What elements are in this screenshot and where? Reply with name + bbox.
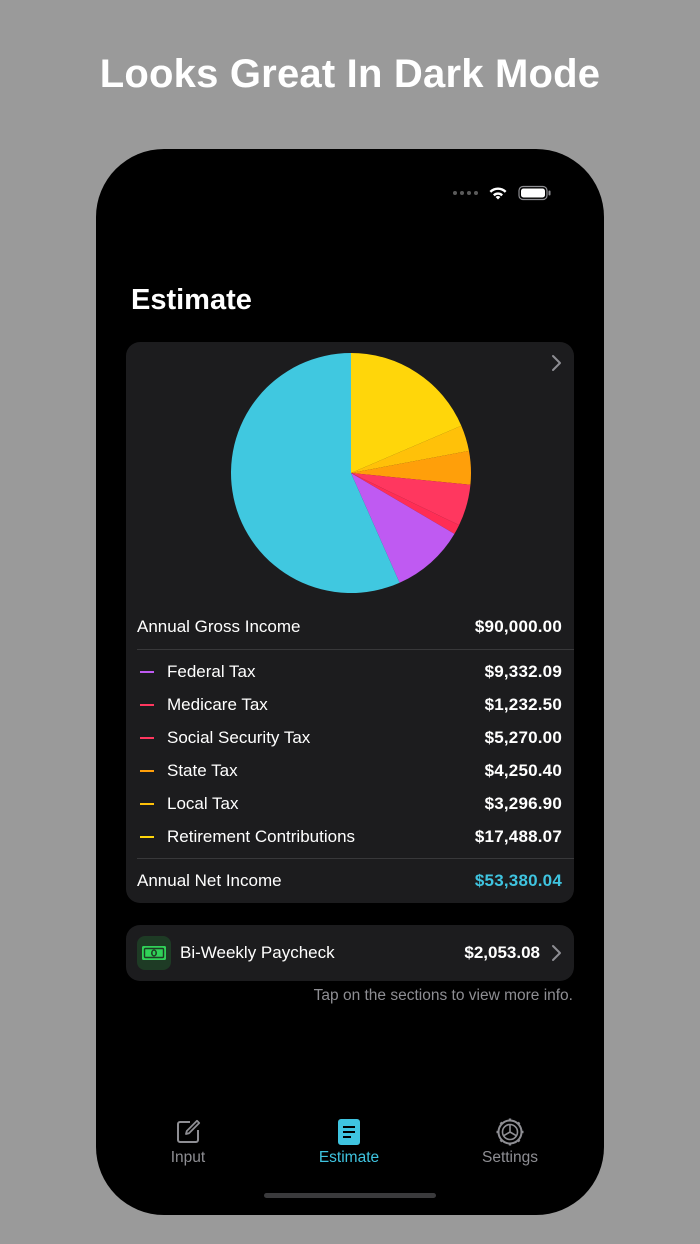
net-income-row: Annual Net Income $53,380.04: [137, 864, 562, 897]
color-dash: [140, 670, 154, 673]
paycheck-value: $2,053.08: [464, 943, 540, 962]
list-item: State Tax $4,250.40: [137, 754, 562, 787]
gross-income-value: $90,000.00: [474, 616, 562, 636]
net-income-label: Annual Net Income: [137, 870, 282, 890]
tab-input[interactable]: Input: [128, 1117, 248, 1167]
item-value: $4,250.40: [484, 760, 562, 780]
document-icon: [289, 1117, 409, 1147]
item-label: Federal Tax: [167, 661, 256, 681]
phone-frame: Estimate Annual Gross Income $90,000.00 …: [96, 149, 604, 1215]
wifi-icon: [489, 187, 507, 200]
chevron-right-icon[interactable]: [550, 354, 562, 372]
screen-title: Estimate: [131, 284, 252, 316]
chevron-right-icon: [552, 945, 561, 961]
gear-icon: [450, 1117, 570, 1147]
estimate-card[interactable]: Annual Gross Income $90,000.00 Federal T…: [126, 342, 574, 903]
list-item: Local Tax $3,296.90: [137, 787, 562, 820]
item-value: $3,296.90: [484, 793, 562, 813]
paycheck-label: Bi-Weekly Paycheck: [180, 943, 335, 962]
item-label: State Tax: [167, 760, 238, 780]
item-value: $5,270.00: [484, 727, 562, 747]
list-item: Federal Tax $9,332.09: [137, 655, 562, 688]
item-value: $1,232.50: [484, 694, 562, 714]
net-income-value: $53,380.04: [474, 870, 562, 890]
tab-label: Estimate: [318, 1149, 380, 1166]
edit-icon: [128, 1117, 248, 1147]
paycheck-row[interactable]: Bi-Weekly Paycheck $2,053.08: [126, 925, 574, 981]
item-value: $9,332.09: [484, 661, 562, 681]
home-indicator: [264, 1193, 436, 1198]
divider: [137, 649, 574, 650]
list-item: Retirement Contributions $17,488.07: [137, 820, 562, 853]
item-label: Social Security Tax: [167, 727, 311, 747]
headline: Looks Great In Dark Mode: [99, 52, 601, 96]
item-label: Medicare Tax: [167, 694, 268, 714]
item-label: Local Tax: [167, 793, 239, 813]
item-label: Retirement Contributions: [167, 826, 356, 846]
money-icon: [137, 936, 171, 970]
battery-icon: [518, 185, 551, 201]
divider: [137, 858, 574, 859]
status-bar: [453, 185, 552, 201]
tab-label: Input: [170, 1149, 206, 1166]
color-dash: [140, 802, 154, 805]
tab-estimate[interactable]: Estimate: [289, 1117, 409, 1167]
color-dash: [140, 769, 154, 772]
color-dash: [140, 835, 154, 838]
hint-text: Tap on the sections to view more info.: [313, 987, 573, 1004]
tab-label: Settings: [481, 1149, 538, 1166]
color-dash: [140, 703, 154, 706]
list-item: Medicare Tax $1,232.50: [137, 688, 562, 721]
tab-settings[interactable]: Settings: [450, 1117, 570, 1167]
gross-income-label: Annual Gross Income: [137, 616, 301, 636]
item-value: $17,488.07: [474, 826, 562, 846]
gross-income-row: Annual Gross Income $90,000.00: [137, 610, 562, 643]
pie-chart[interactable]: [230, 352, 472, 594]
color-dash: [140, 736, 154, 739]
signal-icon: [453, 191, 478, 195]
list-item: Social Security Tax $5,270.00: [137, 721, 562, 754]
tab-bar: Input Estimate Settings: [96, 1117, 604, 1177]
